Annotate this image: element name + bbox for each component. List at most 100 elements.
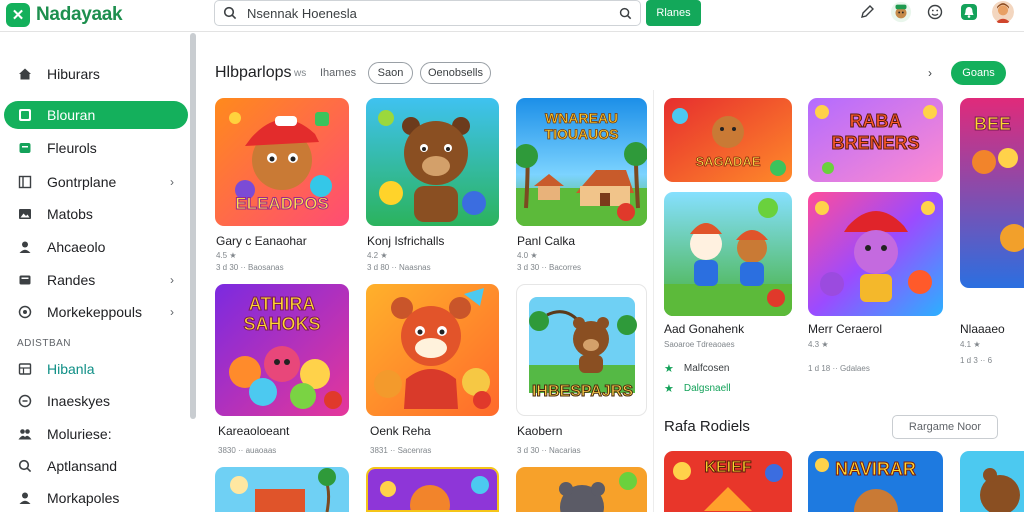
page-subtitle: ws (294, 68, 307, 79)
home-icon (18, 67, 32, 81)
profile-mascot-icon[interactable] (890, 1, 912, 23)
game-card-image[interactable]: WNAREAU TIOUAUOS (516, 98, 647, 226)
layout-icon (18, 175, 32, 189)
globe-icon (18, 305, 32, 319)
game-card-image[interactable]: ELEADPOS (215, 98, 349, 226)
sidebar-item-moluriese[interactable]: Moluriese: (4, 420, 188, 448)
game-card-title[interactable]: Kareaoloeant (218, 424, 289, 438)
sidebar-item-label: Matobs (47, 206, 93, 222)
sidebar-item-label: Blouran (47, 107, 96, 123)
game-art-text: ELEADPOS (235, 194, 330, 214)
filter-chip-saon[interactable]: Saon (368, 62, 413, 84)
user-icon (18, 491, 32, 505)
sidebar-item-morkekeppouls[interactable]: Morkekeppouls › (4, 298, 188, 326)
game-card-image[interactable] (366, 467, 499, 512)
list-item[interactable]: ★ Malfcosen (664, 362, 729, 375)
game-art-text: ATHIRA SAHOKS (243, 294, 321, 335)
filter-chip-oenobsells[interactable]: Oenobsells (420, 62, 491, 84)
pen-icon[interactable] (856, 1, 878, 23)
column-divider (653, 90, 654, 512)
sidebar-item-label: Fleurols (47, 140, 97, 156)
sidebar-item-fleurols[interactable]: Fleurols (4, 134, 188, 162)
box-icon (18, 273, 32, 287)
avatar[interactable] (992, 1, 1014, 23)
sidebar-item-hibanla[interactable]: Hibanla (4, 355, 188, 383)
game-card-image[interactable]: BEE (960, 98, 1024, 288)
notification-icon[interactable] (958, 1, 980, 23)
game-art-text: NAVIRAR (835, 459, 917, 480)
game-card-title[interactable]: Kaobern (517, 424, 562, 438)
sidebar-item-label: Randes (47, 272, 96, 288)
chevron-right-icon: › (170, 273, 174, 287)
sidebar-item-morkapoles[interactable]: Morkapoles (4, 484, 188, 512)
game-card-image[interactable] (808, 192, 943, 316)
game-card-title[interactable]: Merr Ceraerol (808, 322, 882, 336)
game-card-meta: 3831 ·· Sacenras (370, 446, 432, 455)
table-icon (18, 362, 32, 376)
game-card-title[interactable]: Oenk Reha (370, 424, 431, 438)
list-item[interactable]: ★ Dalgsnaell (664, 382, 731, 395)
game-card-meta: 3 d 30 ·· Baosanas (216, 263, 284, 272)
game-card-image[interactable]: ATHIRA SAHOKS (215, 284, 349, 416)
game-card-meta: 4.5 ★ (216, 251, 237, 260)
chevron-right-icon[interactable]: › (928, 66, 932, 80)
game-card-image[interactable] (215, 467, 349, 512)
user-icon (18, 240, 32, 254)
list-item-label: Dalgsnaell (683, 383, 731, 394)
sidebar-scrollbar[interactable] (190, 33, 196, 419)
game-card-image[interactable]: SAGADAE (664, 98, 792, 182)
game-art-text: WNAREAU TIOUAUOS (544, 110, 619, 143)
sidebar-item-label: Ahcaeolo (47, 239, 106, 255)
sidebar-item-inaeskyes[interactable]: Inaeskyes (4, 387, 188, 415)
game-card-title[interactable]: Gary c Eanaohar (216, 234, 307, 248)
game-art-text: RABA BRENERS (831, 111, 920, 154)
chevron-right-icon: › (170, 175, 174, 189)
game-card-image[interactable] (516, 467, 647, 512)
game-art-text: IHBESPAJRS (531, 383, 634, 401)
sidebar-item-ahcaeolo[interactable]: Ahcaeolo (4, 233, 188, 261)
sidebar-item-randes[interactable]: Randes › (4, 266, 188, 294)
sidebar-item-label: Hibanla (47, 361, 95, 377)
game-card-title[interactable]: Aad Gonahenk (664, 322, 744, 336)
circle-icon (18, 394, 32, 408)
sidebar-section-label: ADISTBAN (17, 338, 72, 349)
game-card-title[interactable]: Panl Calka (517, 234, 575, 248)
search-button[interactable]: Rlanes (646, 0, 701, 26)
game-card-image[interactable] (960, 451, 1024, 512)
game-card-title[interactable]: Nlaaaeo (960, 322, 1005, 336)
chevron-right-icon: › (170, 305, 174, 319)
search-input[interactable]: Nsennak Hoenesla (247, 6, 619, 21)
game-card-image[interactable]: KEIEF (664, 451, 792, 512)
sidebar-item-blouran[interactable]: Blouran (4, 101, 188, 129)
top-icons (856, 1, 1014, 23)
top-bar: ✕ Nadayaak Nsennak Hoenesla Rlanes (0, 0, 1024, 32)
search-icon (223, 6, 237, 20)
sidebar-item-label: Inaeskyes (47, 393, 111, 409)
tag-icon (18, 141, 32, 155)
sidebar-item-hiburars[interactable]: Hiburars (4, 60, 188, 88)
game-card-title[interactable]: Konj Isfrichalls (367, 234, 444, 248)
app-logo[interactable]: ✕ Nadayaak (6, 3, 123, 27)
game-card-meta: 1 d 18 ·· Gdalaes (808, 364, 870, 373)
game-card-image[interactable]: IHBESPAJRS (516, 284, 647, 416)
game-card-image[interactable] (366, 284, 499, 416)
game-card-meta: 3 d 30 ·· Bacorres (517, 263, 582, 272)
sidebar-item-aptlansand[interactable]: Aptlansand (4, 452, 188, 480)
sidebar-item-matobs[interactable]: Matobs (4, 200, 188, 228)
page-subtitle-link[interactable]: Ihames (320, 67, 356, 79)
game-card-image[interactable] (664, 192, 792, 316)
game-card-image[interactable] (366, 98, 499, 226)
search-submit-icon[interactable] (619, 7, 632, 20)
game-art-text: SAGADAE (695, 154, 761, 170)
sidebar-item-label: Hiburars (47, 66, 100, 82)
secondary-button[interactable]: Rargame Noor (892, 415, 998, 439)
primary-button[interactable]: Goans (951, 61, 1006, 85)
game-card-meta: 4.3 ★ (808, 340, 829, 349)
game-card-image[interactable]: NAVIRAR (808, 451, 943, 512)
search-bar[interactable]: Nsennak Hoenesla (214, 0, 641, 26)
game-art-text: KEIEF (704, 459, 752, 477)
star-icon: ★ (664, 383, 674, 395)
emoji-icon[interactable] (924, 1, 946, 23)
game-card-image[interactable]: RABA BRENERS (808, 98, 943, 182)
sidebar-item-gontrplane[interactable]: Gontrplane › (4, 168, 188, 196)
